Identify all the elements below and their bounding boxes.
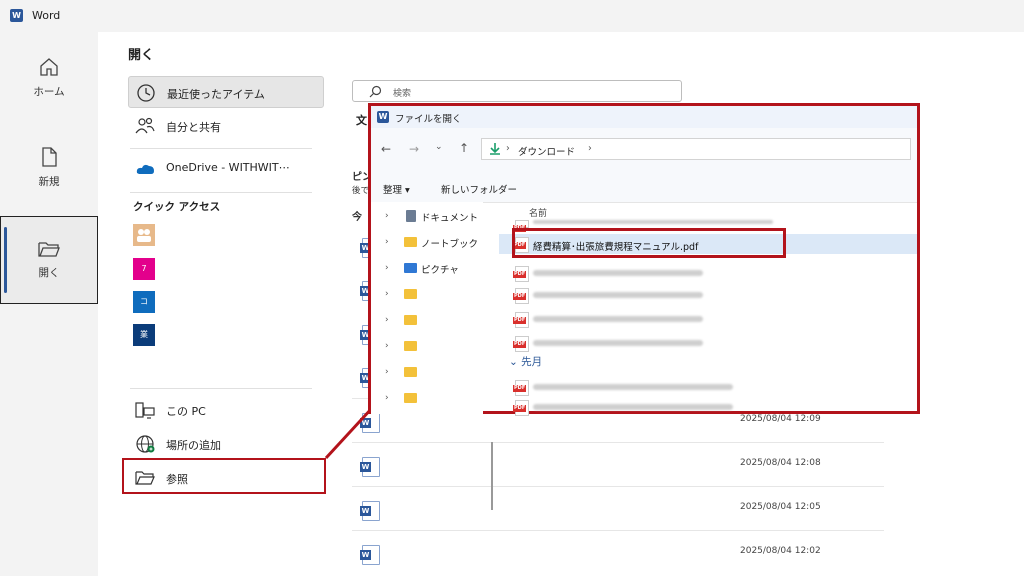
dialog-title: ファイルを開く	[395, 114, 462, 125]
group-last-month[interactable]: ⌄ 先月	[509, 354, 542, 369]
download-icon	[490, 143, 500, 155]
blurred-file-name	[533, 384, 733, 390]
forward-arrow-icon[interactable]: →	[409, 142, 419, 156]
blurred-file-name	[533, 340, 703, 346]
expand-chevron-icon[interactable]: ›	[385, 341, 389, 351]
tree-scrollbar[interactable]	[491, 442, 493, 510]
pdf-file-icon	[513, 220, 529, 232]
organize-button[interactable]: 整理 ▾	[383, 182, 410, 196]
tree-item-folder[interactable]: ›	[371, 282, 483, 308]
tree-item-folder[interactable]: ›	[371, 360, 483, 386]
tree-item-folder[interactable]: ›	[371, 334, 483, 360]
tree-item-folder[interactable]: ›	[371, 386, 483, 412]
address-bar[interactable]: › ダウンロード ›	[481, 138, 911, 160]
tree-item-pictures[interactable]: › ピクチャ	[371, 256, 483, 282]
recent-locations-chevron-icon[interactable]: ⌄	[435, 142, 443, 152]
tree-item-label: ノートブック	[421, 239, 479, 250]
back-arrow-icon[interactable]: ←	[381, 142, 391, 156]
tree-item-label: ドキュメント	[421, 213, 479, 224]
pictures-icon	[404, 263, 417, 273]
word-app-icon: W	[377, 111, 389, 123]
up-arrow-icon[interactable]: ↑	[459, 141, 469, 155]
collapse-chevron-icon: ⌄	[509, 356, 522, 368]
pdf-file-icon	[513, 288, 529, 304]
pdf-file-icon	[513, 400, 529, 416]
tree-item-label: ピクチャ	[421, 265, 459, 276]
blurred-file-name	[533, 220, 773, 224]
expand-chevron-icon[interactable]: ›	[385, 367, 389, 377]
new-folder-button[interactable]: 新しいフォルダー	[441, 182, 517, 196]
column-header-name[interactable]: 名前	[529, 206, 547, 219]
navigation-tree: › ドキュメント › ノートブック › ピクチャ › › › › ›	[371, 202, 493, 510]
tree-item-documents[interactable]: › ドキュメント	[371, 204, 483, 230]
tree-item-notebooks[interactable]: › ノートブック	[371, 230, 483, 256]
dialog-title-bar: W ファイルを開く	[371, 106, 917, 128]
pdf-file-icon	[513, 380, 529, 396]
expand-chevron-icon[interactable]: ›	[385, 315, 389, 325]
file-open-dialog: W ファイルを開く ← → ⌄ ↑ › ダウンロード › 整理 ▾ 新しいフォル…	[368, 103, 920, 510]
breadcrumb-separator-icon: ›	[506, 143, 510, 154]
folder-icon	[404, 367, 417, 377]
folder-icon	[404, 237, 417, 247]
expand-chevron-icon[interactable]: ›	[385, 263, 389, 273]
pdf-file-icon	[513, 266, 529, 282]
blurred-file-name	[533, 270, 703, 276]
expand-chevron-icon[interactable]: ›	[385, 237, 389, 247]
folder-icon	[404, 393, 417, 403]
target-file-highlight-box	[512, 228, 786, 258]
blurred-file-name	[533, 292, 703, 298]
blurred-file-name	[533, 404, 733, 410]
expand-chevron-icon[interactable]: ›	[385, 289, 389, 299]
pdf-file-icon	[513, 336, 529, 352]
breadcrumb-downloads[interactable]: ダウンロード	[518, 144, 575, 158]
tree-item-folder[interactable]: ›	[371, 308, 483, 334]
group-label: 先月	[521, 356, 543, 368]
dialog-nav-bar: ← → ⌄ ↑ › ダウンロード ›	[371, 128, 917, 172]
expand-chevron-icon[interactable]: ›	[385, 211, 389, 221]
folder-icon	[404, 341, 417, 351]
blurred-file-name	[533, 316, 703, 322]
documents-icon	[406, 210, 416, 222]
folder-icon	[404, 289, 417, 299]
breadcrumb-chevron-icon[interactable]: ›	[588, 143, 592, 154]
pdf-file-icon	[513, 312, 529, 328]
folder-icon	[404, 315, 417, 325]
dialog-toolbar: 整理 ▾ 新しいフォルダー	[371, 172, 917, 203]
expand-chevron-icon[interactable]: ›	[385, 393, 389, 403]
